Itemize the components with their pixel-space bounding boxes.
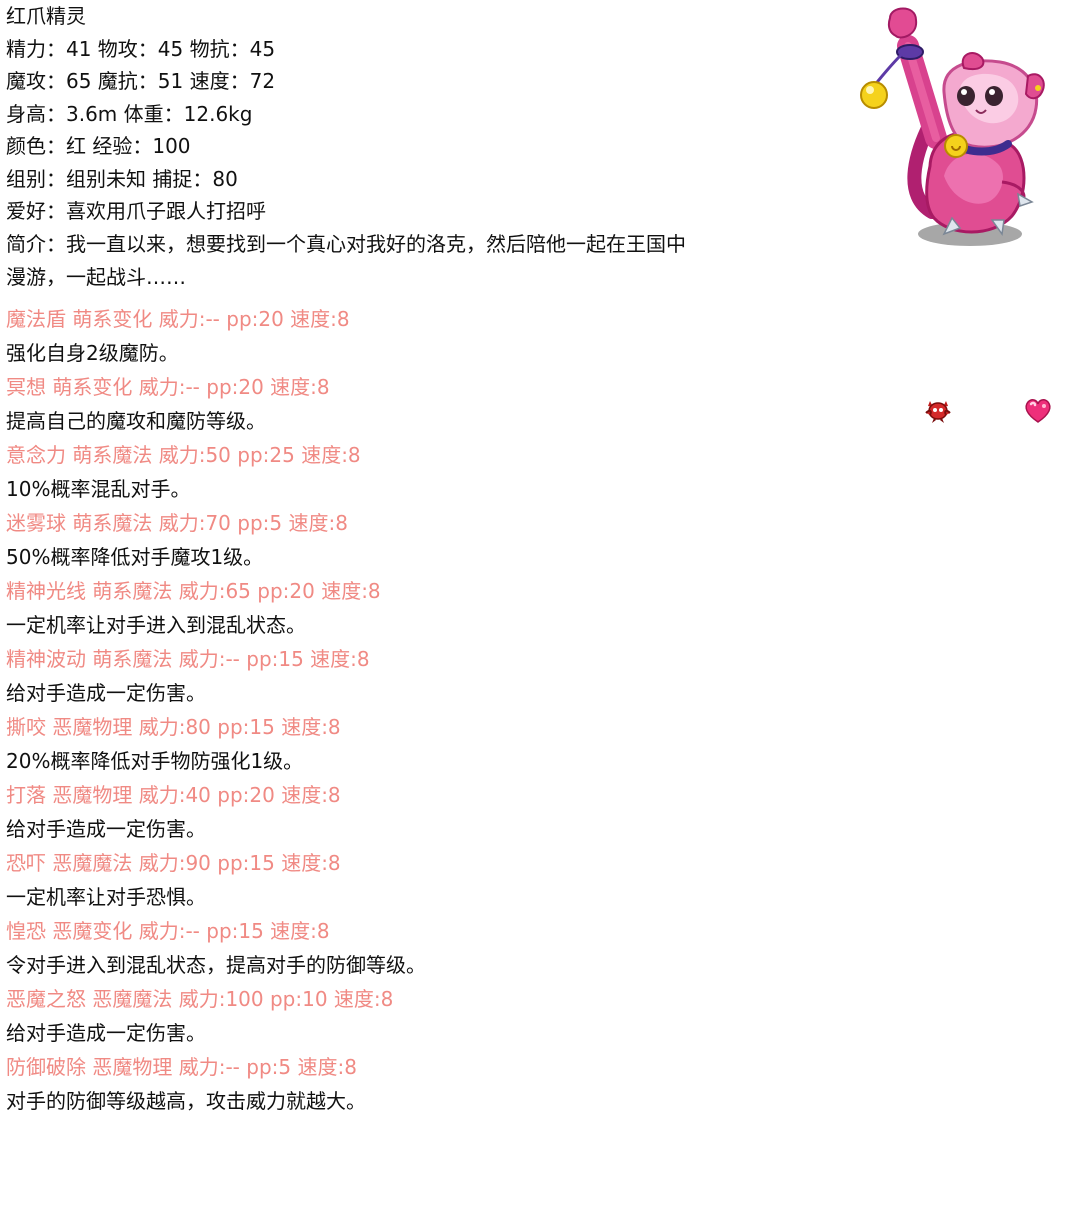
- skill-header: 恐吓 恶魔魔法 威力:90 pp:15 速度:8: [6, 851, 341, 875]
- stats-line-4: 颜色：红 经验：100: [6, 134, 191, 158]
- skill-header: 魔法盾 萌系变化 威力:-- pp:20 速度:8: [6, 307, 350, 331]
- skill-item: 打落 恶魔物理 威力:40 pp:20 速度:8 给对手造成一定伤害。: [6, 778, 806, 846]
- skill-item: 意念力 萌系魔法 威力:50 pp:25 速度:8 10%概率混乱对手。: [6, 438, 806, 506]
- skill-header: 撕咬 恶魔物理 威力:80 pp:15 速度:8: [6, 715, 341, 739]
- devil-type-icon: [925, 401, 951, 423]
- skill-description: 一定机率让对手进入到混乱状态。: [6, 613, 306, 637]
- hobby: 爱好：喜欢用爪子跟人打招呼: [6, 199, 266, 223]
- skill-header: 精神波动 萌系魔法 威力:-- pp:15 速度:8: [6, 647, 370, 671]
- pet-portrait-icon: [860, 7, 1045, 246]
- skill-item: 惶恐 恶魔变化 威力:-- pp:15 速度:8 令对手进入到混乱状态，提高对手…: [6, 914, 806, 982]
- stats-line-1: 精力：41 物攻：45 物抗：45: [6, 36, 276, 61]
- skill-description: 一定机率让对手恐惧。: [6, 885, 206, 909]
- pet-info: 红爪精灵 精力：41 物攻：45 物抗：45 魔攻：65 魔抗：51 速度：72…: [6, 0, 706, 294]
- skill-item: 冥想 萌系变化 威力:-- pp:20 速度:8 提高自己的魔攻和魔防等级。: [6, 370, 806, 438]
- skill-description: 给对手造成一定伤害。: [6, 1021, 206, 1045]
- skill-header: 防御破除 恶魔物理 威力:-- pp:5 速度:8: [6, 1055, 357, 1079]
- skill-item: 迷雾球 萌系魔法 威力:70 pp:5 速度:8 50%概率降低对手魔攻1级。: [6, 506, 806, 574]
- skill-description: 50%概率降低对手魔攻1级。: [6, 545, 264, 569]
- skill-header: 恶魔之怒 恶魔魔法 威力:100 pp:10 速度:8: [6, 987, 394, 1011]
- pet-name: 红爪精灵: [6, 4, 86, 28]
- skill-description: 给对手造成一定伤害。: [6, 817, 206, 841]
- skill-description: 提高自己的魔攻和魔防等级。: [6, 409, 266, 433]
- skill-item: 恐吓 恶魔魔法 威力:90 pp:15 速度:8 一定机率让对手恐惧。: [6, 846, 806, 914]
- skill-item: 恶魔之怒 恶魔魔法 威力:100 pp:10 速度:8 给对手造成一定伤害。: [6, 982, 806, 1050]
- intro: 简介：我一直以来，想要找到一个真心对我好的洛克，然后陪他一起在王国中漫游，一起战…: [6, 231, 686, 289]
- skill-item: 精神波动 萌系魔法 威力:-- pp:15 速度:8 给对手造成一定伤害。: [6, 642, 806, 710]
- skill-description: 20%概率降低对手物防强化1级。: [6, 749, 304, 773]
- skill-header: 迷雾球 萌系魔法 威力:70 pp:5 速度:8: [6, 511, 348, 535]
- skill-description: 对手的防御等级越高，攻击威力就越大。: [6, 1089, 366, 1113]
- stats-line-5: 组别：组别未知 捕捉：80: [6, 166, 238, 191]
- skill-header: 意念力 萌系魔法 威力:50 pp:25 速度:8: [6, 443, 361, 467]
- skill-list: 魔法盾 萌系变化 威力:-- pp:20 速度:8 强化自身2级魔防。 冥想 萌…: [6, 302, 806, 1118]
- skill-item: 防御破除 恶魔物理 威力:-- pp:5 速度:8 对手的防御等级越高，攻击威力…: [6, 1050, 806, 1118]
- skill-header: 打落 恶魔物理 威力:40 pp:20 速度:8: [6, 783, 341, 807]
- heart-type-icon: [1025, 399, 1051, 423]
- stats-line-2: 魔攻：65 魔抗：51 速度：72: [6, 69, 276, 93]
- stats-line-3: 身高：3.6m 体重：12.6kg: [6, 101, 253, 126]
- skill-description: 强化自身2级魔防。: [6, 341, 179, 365]
- skill-description: 给对手造成一定伤害。: [6, 681, 206, 705]
- skill-item: 魔法盾 萌系变化 威力:-- pp:20 速度:8 强化自身2级魔防。: [6, 302, 806, 370]
- skill-item: 精神光线 萌系魔法 威力:65 pp:20 速度:8 一定机率让对手进入到混乱状…: [6, 574, 806, 642]
- skill-description: 10%概率混乱对手。: [6, 477, 191, 501]
- skill-header: 精神光线 萌系魔法 威力:65 pp:20 速度:8: [6, 579, 381, 603]
- skill-item: 撕咬 恶魔物理 威力:80 pp:15 速度:8 20%概率降低对手物防强化1级…: [6, 710, 806, 778]
- skill-header: 冥想 萌系变化 威力:-- pp:20 速度:8: [6, 375, 330, 399]
- skill-header: 惶恐 恶魔变化 威力:-- pp:15 速度:8: [6, 919, 330, 943]
- skill-description: 令对手进入到混乱状态，提高对手的防御等级。: [6, 953, 426, 977]
